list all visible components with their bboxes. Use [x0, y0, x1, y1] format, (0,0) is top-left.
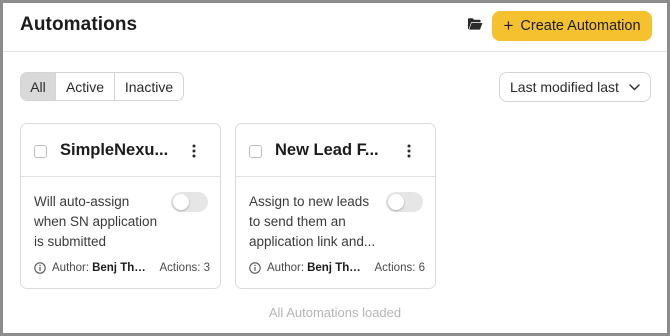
load-status-text: All Automations loaded	[268, 305, 402, 320]
toggle-knob	[173, 194, 189, 210]
automations-panel: Automations + Create Automation All Acti…	[3, 3, 667, 333]
card-title: New Lead F...	[275, 141, 379, 159]
card-description: Assign to new leads to send them an appl…	[249, 194, 376, 249]
card-enable-toggle[interactable]	[386, 192, 423, 212]
card-enable-toggle[interactable]	[171, 192, 208, 212]
author-label: Author:	[52, 262, 90, 274]
more-vertical-icon	[407, 144, 411, 158]
author-name: Benj Tho...	[92, 262, 151, 274]
toggle-knob	[388, 194, 404, 210]
automation-card[interactable]: New Lead F... Assign to new leads to sen…	[235, 123, 436, 289]
card-description: Will auto-assign when SN application is …	[34, 194, 158, 249]
status-filter-tabs: All Active Inactive	[20, 72, 184, 101]
page-header: Automations + Create Automation	[3, 3, 667, 52]
card-select-checkbox[interactable]	[249, 145, 262, 158]
folder-button[interactable]	[466, 15, 484, 33]
actions-count: Actions: 6	[374, 262, 426, 274]
author-name: Benj Tho...	[307, 262, 366, 274]
plus-icon: +	[503, 16, 514, 35]
card-header: New Lead F...	[236, 124, 435, 177]
create-automation-label: Create Automation	[520, 18, 641, 34]
card-header: SimpleNexu...	[21, 124, 220, 177]
card-footer: Author: Benj Tho... Actions: 6	[249, 260, 425, 276]
sort-selected-value: Last modified last	[510, 79, 619, 95]
folder-open-icon	[468, 18, 483, 30]
card-more-menu-button[interactable]	[186, 139, 202, 163]
card-more-menu-button[interactable]	[401, 139, 417, 163]
tab-inactive[interactable]: Inactive	[115, 73, 183, 100]
info-icon	[249, 262, 261, 274]
card-title: SimpleNexu...	[60, 141, 169, 159]
tab-active[interactable]: Active	[56, 73, 115, 100]
sort-dropdown[interactable]: Last modified last	[499, 72, 651, 102]
more-vertical-icon	[192, 144, 196, 158]
automation-card[interactable]: SimpleNexu... Will auto-assign when SN a…	[20, 123, 221, 289]
info-icon	[34, 262, 46, 274]
author-label: Author:	[267, 262, 305, 274]
actions-count: Actions: 3	[159, 262, 211, 274]
tab-all[interactable]: All	[21, 73, 56, 100]
card-footer: Author: Benj Tho... Actions: 3	[34, 260, 210, 276]
page-title: Automations	[20, 14, 138, 35]
create-automation-button[interactable]: + Create Automation	[492, 11, 652, 41]
chevron-down-icon	[629, 83, 640, 90]
card-select-checkbox[interactable]	[34, 145, 47, 158]
